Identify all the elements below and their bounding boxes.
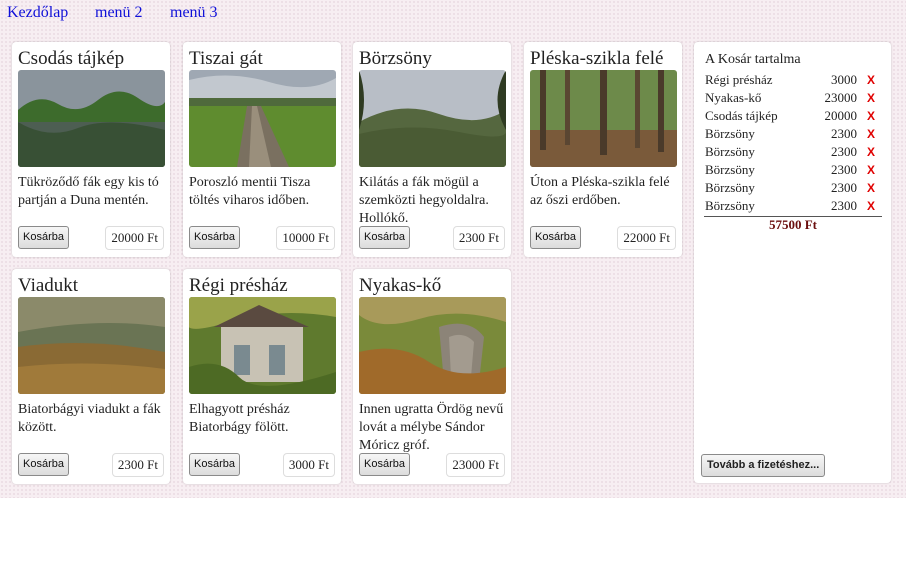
product-title: Régi présház (189, 275, 288, 296)
remove-item-button[interactable]: X (867, 181, 875, 195)
product-card: Viadukt Biatorbágyi viadukt a fák között… (12, 269, 170, 484)
remove-item-button[interactable]: X (867, 109, 875, 123)
cart-item-price: 2300 (831, 162, 857, 177)
mountain-view-photo (359, 70, 506, 167)
add-to-cart-button[interactable]: Kosárba (530, 226, 581, 249)
cart-total: 57500 Ft (768, 217, 818, 232)
product-description: Poroszló mentii Tisza töltés viharos idő… (189, 175, 311, 208)
cart-item-name: Börzsöny (705, 198, 755, 213)
cart-item-name: Börzsöny (705, 162, 755, 177)
remove-item-button[interactable]: X (867, 73, 875, 87)
add-to-cart-button[interactable]: Kosárba (189, 226, 240, 249)
nav-menu3-link[interactable]: menü 3 (170, 4, 218, 22)
cart-panel: A Kosár tartalma Régi présház 3000 X Nya… (694, 42, 891, 483)
cart-item-name: Börzsöny (705, 144, 755, 159)
cart-item-name: Nyakas-kő (705, 90, 762, 105)
cart-item: Börzsöny 2300 X (704, 162, 884, 180)
remove-item-button[interactable]: X (867, 127, 875, 141)
cart-item-price: 3000 (831, 72, 857, 87)
product-card: Pléska-szikla felé Úton a Pléska-szikla … (524, 42, 682, 257)
product-card: Nyakas-kő Innen ugratta Ördög nevű lovát… (353, 269, 511, 484)
cart-item-price: 20000 (824, 108, 858, 123)
top-nav: Kezdőlap menü 2 menü 3 (0, 0, 906, 30)
product-title: Börzsöny (359, 48, 432, 69)
rock-formation-photo (359, 297, 506, 394)
product-price: 23000 Ft (446, 453, 505, 477)
product-description: Tükröződő fák egy kis tó partján a Duna … (18, 175, 159, 208)
remove-item-button[interactable]: X (867, 163, 875, 177)
cart-item: Börzsöny 2300 X (704, 198, 884, 216)
cart-item: Régi présház 3000 X (704, 72, 884, 90)
nav-menu2-link[interactable]: menü 2 (95, 4, 143, 22)
product-price: 10000 Ft (276, 226, 335, 250)
cart-item-name: Börzsöny (705, 180, 755, 195)
viaduct-photo (18, 297, 165, 394)
product-card: Tiszai gát Poroszló mentii Tisza töltés … (183, 42, 341, 257)
cart-item-price: 2300 (831, 198, 857, 213)
product-card: Régi présház Elhagyott présház Biatorbág… (183, 269, 341, 484)
remove-item-button[interactable]: X (867, 145, 875, 159)
product-price: 22000 Ft (617, 226, 676, 250)
add-to-cart-button[interactable]: Kosárba (359, 453, 410, 476)
cart-item-price: 2300 (831, 126, 857, 141)
cart-item-name: Börzsöny (705, 126, 755, 141)
add-to-cart-button[interactable]: Kosárba (18, 226, 69, 249)
product-title: Pléska-szikla felé (530, 48, 664, 69)
product-description: Biatorbágyi viadukt a fák között. (18, 402, 161, 435)
remove-item-button[interactable]: X (867, 199, 875, 213)
add-to-cart-button[interactable]: Kosárba (189, 453, 240, 476)
remove-item-button[interactable]: X (867, 91, 875, 105)
cart-item-price: 23000 (824, 90, 858, 105)
add-to-cart-button[interactable]: Kosárba (359, 226, 410, 249)
product-card: Csodás tájkép Tükröződő fák egy kis tó p… (12, 42, 170, 257)
product-card: Börzsöny Kilátás a fák mögül a szemközti… (353, 42, 511, 257)
product-title: Csodás tájkép (18, 48, 125, 69)
product-title: Viadukt (18, 275, 79, 296)
product-description: Kilátás a fák mögül a szemközti hegyolda… (359, 175, 489, 226)
cart-item-price: 2300 (831, 144, 857, 159)
product-description: Innen ugratta Ördög nevű lovát a mélybe … (359, 402, 504, 453)
add-to-cart-button[interactable]: Kosárba (18, 453, 69, 476)
product-price: 2300 Ft (111, 453, 164, 477)
product-price: 3000 Ft (282, 453, 335, 477)
cart-item: Börzsöny 2300 X (704, 144, 884, 162)
product-title: Tiszai gát (189, 48, 263, 69)
cart-item-name: Csodás tájkép (705, 108, 778, 123)
cart-item: Börzsöny 2300 X (704, 180, 884, 198)
cart-item: Csodás tájkép 20000 X (704, 108, 884, 126)
cart-item-price: 2300 (831, 180, 857, 195)
product-description: Elhagyott présház Biatorbágy fölött. (189, 402, 290, 435)
cart-item: Nyakas-kő 23000 X (704, 90, 884, 108)
product-description: Úton a Pléska-szikla felé az őszi erdőbe… (530, 175, 670, 208)
cart-title: A Kosár tartalma (705, 52, 801, 67)
cart-item: Börzsöny 2300 X (704, 126, 884, 144)
product-price: 2300 Ft (452, 226, 505, 250)
forest-lake-photo (18, 70, 165, 167)
product-price: 20000 Ft (105, 226, 164, 250)
old-press-house-photo (189, 297, 336, 394)
cart-item-name: Régi présház (705, 72, 773, 87)
checkout-button[interactable]: Tovább a fizetéshez... (701, 454, 826, 477)
nav-home-link[interactable]: Kezdőlap (7, 4, 68, 22)
levee-road-photo (189, 70, 336, 167)
product-title: Nyakas-kő (359, 275, 442, 296)
autumn-forest-photo (530, 70, 677, 167)
